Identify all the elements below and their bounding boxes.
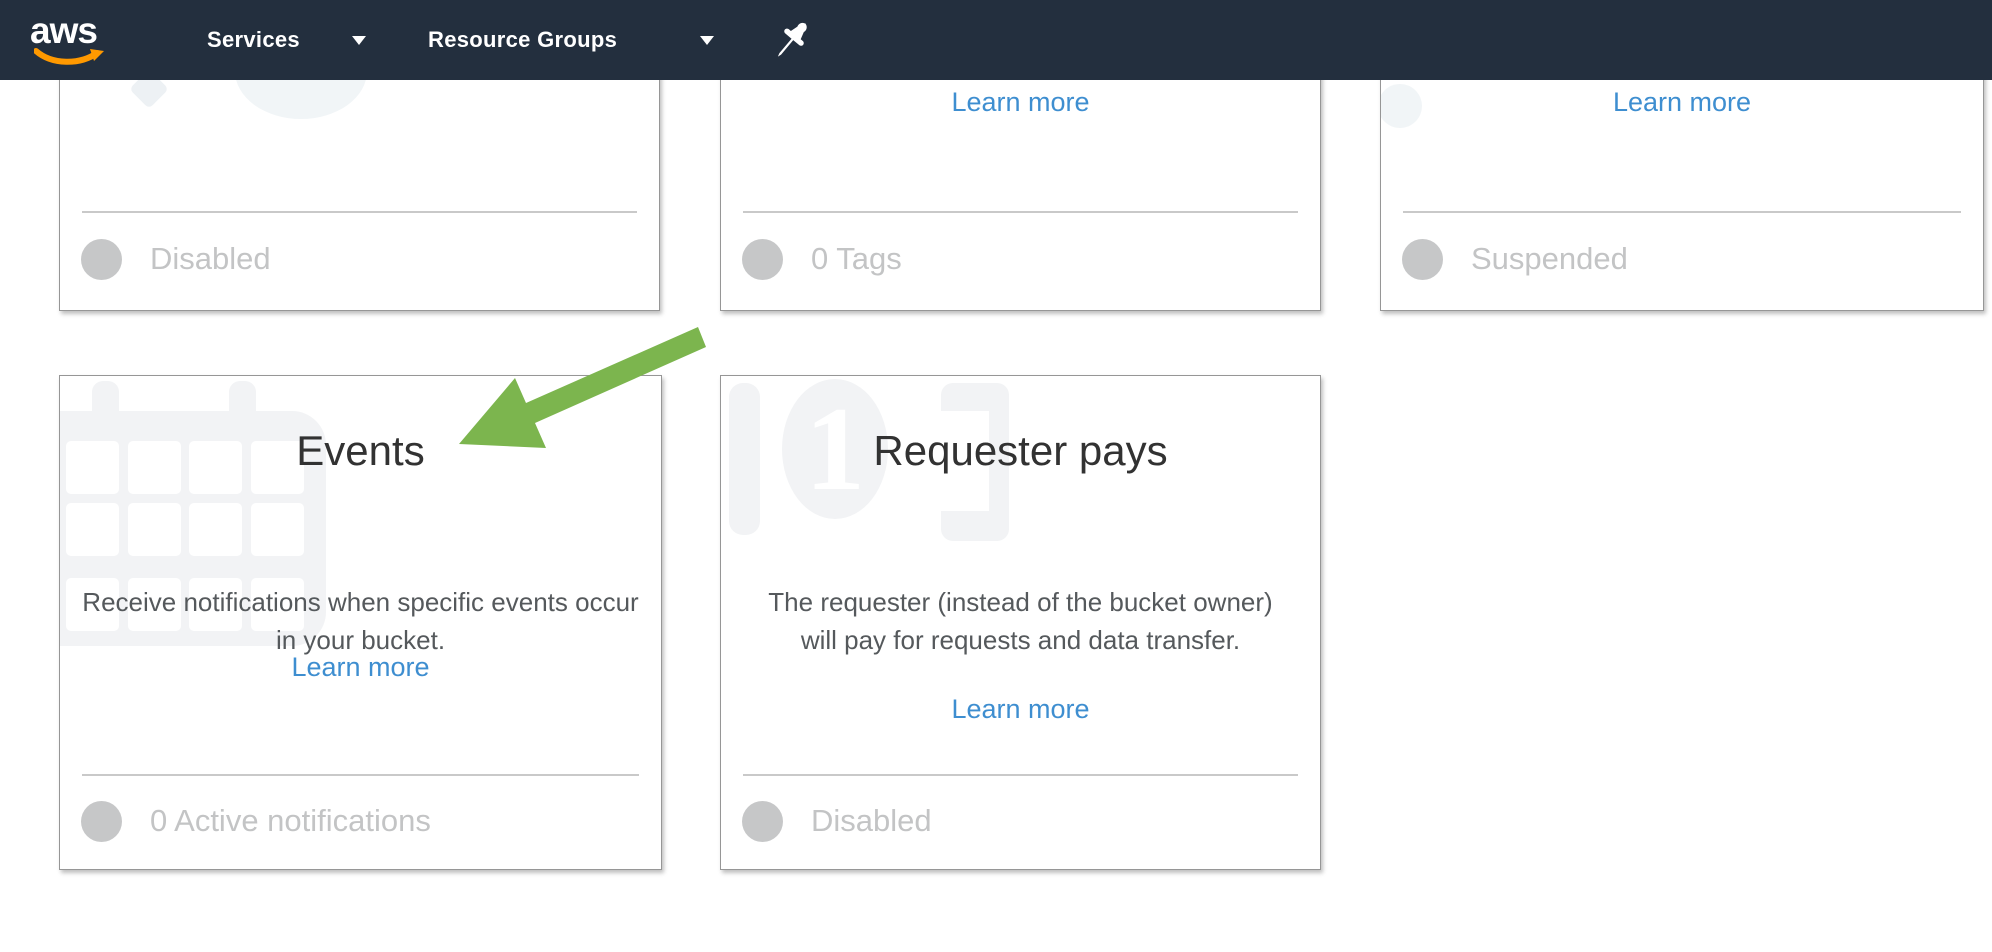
- learn-more-link[interactable]: Learn more: [721, 694, 1320, 725]
- aws-smile-icon: [34, 48, 106, 68]
- status-label: 0 Tags: [811, 241, 902, 277]
- learn-more-link[interactable]: Learn more: [60, 652, 661, 683]
- card-divider: [743, 774, 1298, 776]
- card-top-right[interactable]: Learn more Suspended: [1380, 60, 1984, 311]
- card-title: Requester pays: [721, 428, 1320, 474]
- dollar-bill-icon: 1: [723, 377, 1013, 577]
- top-nav: aws Services Resource Groups: [0, 0, 1992, 80]
- status-label: Disabled: [811, 803, 932, 839]
- status-dot-icon: [742, 801, 783, 842]
- status-dot-icon: [742, 239, 783, 280]
- chevron-down-icon: [352, 36, 366, 45]
- aws-logo-text: aws: [30, 16, 110, 46]
- card-top-left[interactable]: Disabled: [59, 60, 660, 311]
- card-description: The requester (instead of the bucket own…: [761, 583, 1281, 659]
- status-label: 0 Active notifications: [150, 803, 431, 839]
- aws-logo[interactable]: aws: [30, 16, 110, 68]
- card-requester-pays[interactable]: 1 Requester pays The requester (instead …: [720, 375, 1321, 870]
- status-dot-icon: [81, 239, 122, 280]
- nav-item-services[interactable]: Services: [207, 0, 300, 80]
- card-description: Receive notifications when specific even…: [78, 583, 644, 659]
- chevron-down-icon: [700, 36, 714, 45]
- card-title: Events: [60, 428, 661, 474]
- status-dot-icon: [81, 801, 122, 842]
- card-divider: [1403, 211, 1961, 213]
- card-divider: [82, 774, 639, 776]
- status-label: Disabled: [150, 241, 271, 277]
- nav-item-resource-groups[interactable]: Resource Groups: [428, 0, 617, 80]
- learn-more-link[interactable]: Learn more: [721, 87, 1320, 118]
- card-events[interactable]: Events Receive notifications when specif…: [59, 375, 662, 870]
- status-label: Suspended: [1471, 241, 1628, 277]
- learn-more-link[interactable]: Learn more: [1381, 87, 1983, 118]
- pushpin-icon[interactable]: [770, 17, 814, 65]
- card-divider: [82, 211, 637, 213]
- card-divider: [743, 211, 1298, 213]
- status-dot-icon: [1402, 239, 1443, 280]
- card-top-middle[interactable]: Learn more 0 Tags: [720, 60, 1321, 311]
